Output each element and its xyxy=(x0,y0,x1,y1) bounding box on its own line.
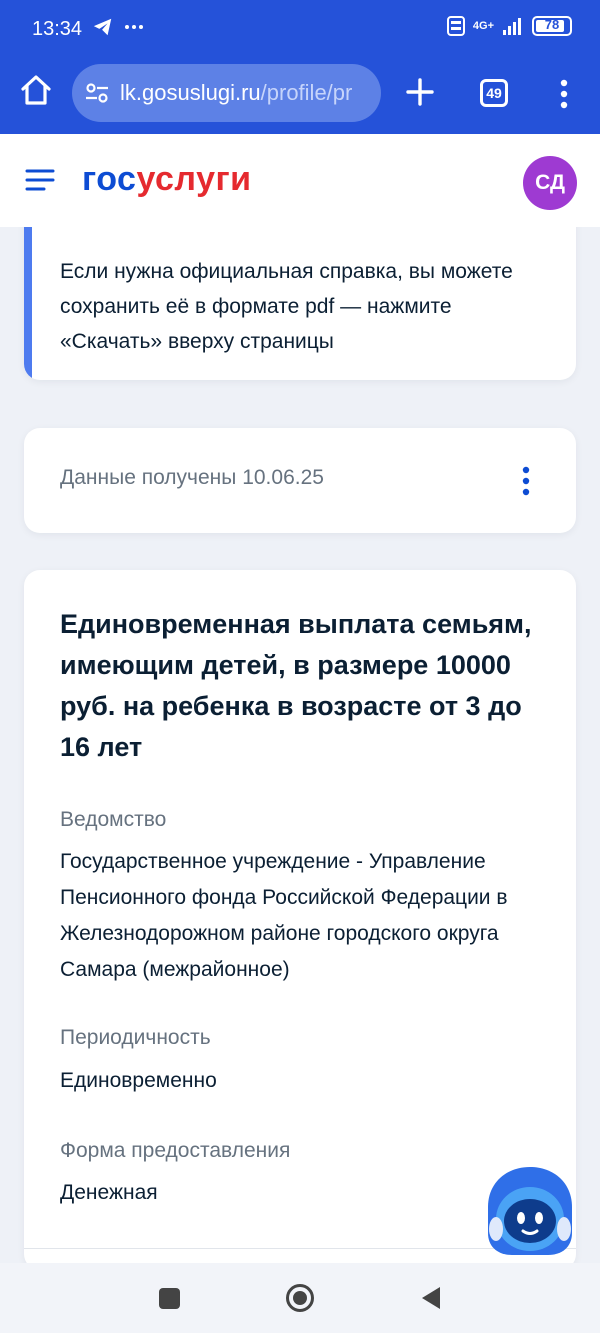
gosuslugi-logo[interactable]: госуслуги xyxy=(82,160,252,199)
site-settings-icon[interactable] xyxy=(84,80,110,106)
battery-level: 78 xyxy=(544,17,560,32)
info-text: Если нужна официальная справка, вы может… xyxy=(60,260,513,353)
new-tab-icon[interactable] xyxy=(402,74,438,110)
signal-icon xyxy=(503,18,521,35)
network-type: 4G+ xyxy=(472,20,494,32)
status-time: 13:34 xyxy=(32,18,83,40)
field-value-agency: Государственное учреждение - Управление … xyxy=(60,850,508,981)
more-options-icon[interactable] xyxy=(522,466,530,496)
assistant-robot-icon[interactable] xyxy=(484,1163,576,1259)
url-path: /profile/pr xyxy=(260,80,353,105)
field-value-periodicity: Единовременно xyxy=(60,1069,217,1092)
status-bar: 13:34 4G+ 78 xyxy=(0,0,600,60)
site-header: госуслуги СД xyxy=(0,134,600,227)
home-icon[interactable] xyxy=(18,72,54,108)
field-label-agency: Ведомство xyxy=(60,808,167,831)
field-value-form: Денежная xyxy=(60,1181,158,1204)
field-label-periodicity: Периодичность xyxy=(60,1026,211,1049)
more-notifications-icon xyxy=(125,25,143,29)
tab-switcher-button[interactable]: 49 xyxy=(480,79,508,107)
payment-title: Единовременная выплата семьям, имеющим д… xyxy=(60,609,532,762)
telegram-icon xyxy=(93,18,112,36)
home-button-icon[interactable] xyxy=(285,1283,315,1313)
system-nav-bar xyxy=(0,1263,600,1333)
back-icon[interactable] xyxy=(419,1285,443,1311)
data-received-text: Данные получены 10.06.25 xyxy=(60,466,324,489)
url-field[interactable]: lk.gosuslugi.ru/profile/pr xyxy=(72,64,381,122)
address-bar-row: lk.gosuslugi.ru/profile/pr 49 xyxy=(0,60,600,134)
field-label-form: Форма предоставления xyxy=(60,1139,291,1162)
browser-menu-icon[interactable] xyxy=(554,76,574,112)
battery-icon: 78 xyxy=(532,16,572,36)
url-host: lk.gosuslugi.ru xyxy=(120,80,261,105)
menu-icon[interactable] xyxy=(24,164,56,196)
date-card: Данные получены 10.06.25 xyxy=(24,428,576,533)
volte-icon xyxy=(446,16,465,36)
recent-apps-icon[interactable] xyxy=(159,1288,180,1309)
avatar[interactable]: СД xyxy=(523,156,577,210)
browser-chrome: 13:34 4G+ 78 lk.gosuslugi.ru/profile/pr … xyxy=(0,0,600,134)
